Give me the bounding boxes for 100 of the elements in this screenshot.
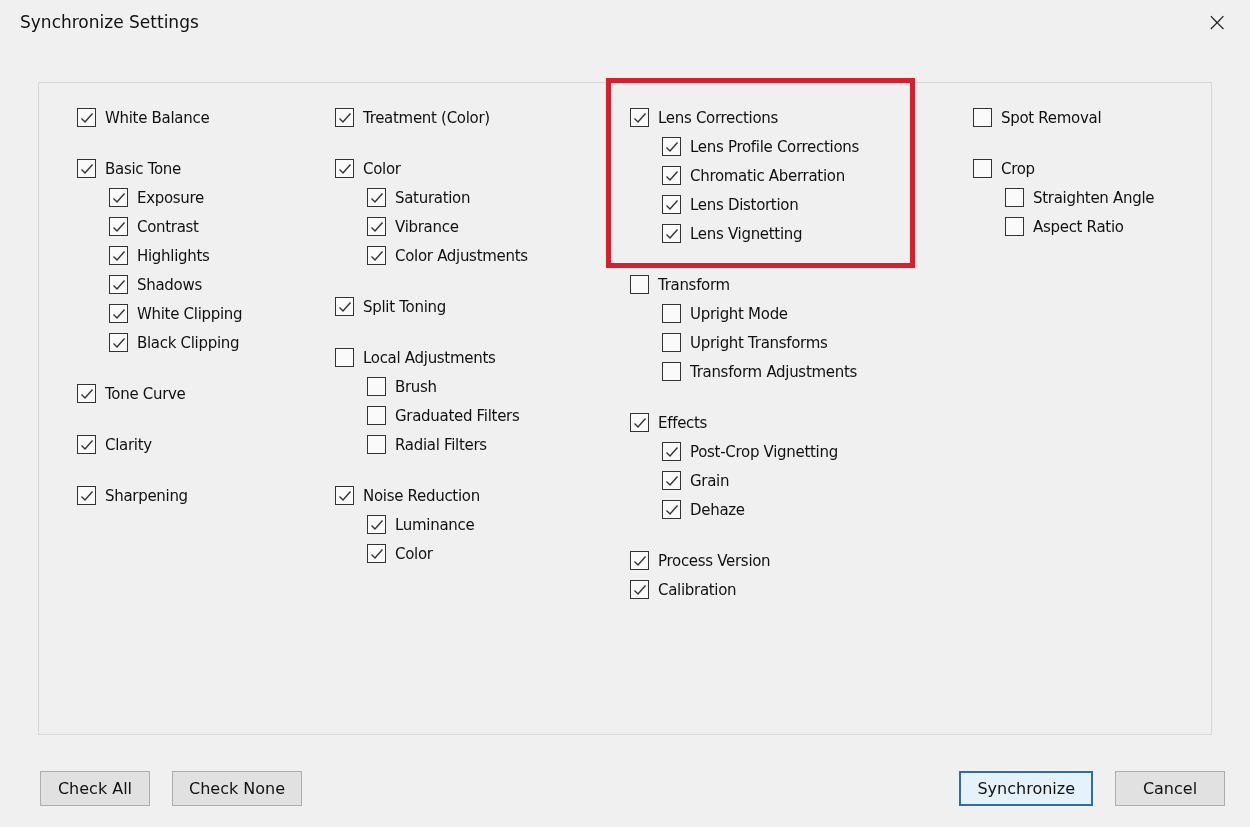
setting-label: Saturation (395, 188, 471, 207)
checkmark-icon (664, 474, 679, 487)
checkbox[interactable] (662, 137, 681, 156)
checkbox[interactable] (662, 195, 681, 214)
checkmark-icon (111, 307, 126, 320)
setting-label: Dehaze (690, 500, 745, 519)
setting-label: Black Clipping (137, 333, 240, 352)
setting-label: Graduated Filters (395, 406, 520, 425)
checkbox[interactable] (367, 515, 386, 534)
setting-label: Clarity (105, 435, 152, 454)
checkbox[interactable] (1005, 188, 1024, 207)
action-button[interactable]: Check All (40, 771, 150, 806)
checkbox[interactable] (335, 159, 354, 178)
setting-label: Sharpening (105, 486, 188, 505)
checkbox[interactable] (973, 159, 992, 178)
checkbox[interactable] (109, 304, 128, 323)
checkbox[interactable] (630, 413, 649, 432)
setting-label: Color (363, 159, 401, 178)
setting-label: Grain (690, 471, 730, 490)
checkbox[interactable] (630, 580, 649, 599)
setting-label: Transform (658, 275, 730, 294)
checkbox[interactable] (109, 333, 128, 352)
checkbox[interactable] (77, 486, 96, 505)
setting-label: Effects (658, 413, 708, 432)
checkmark-icon (111, 336, 126, 349)
checkbox[interactable] (367, 406, 386, 425)
checkbox[interactable] (109, 188, 128, 207)
setting-label: Process Version (658, 551, 771, 570)
checkmark-icon (337, 300, 352, 313)
checkbox[interactable] (109, 217, 128, 236)
setting-label: Lens Profile Corrections (690, 137, 860, 156)
checkmark-icon (369, 191, 384, 204)
setting-label: Split Toning (363, 297, 446, 316)
checkmark-icon (79, 489, 94, 502)
checkbox[interactable] (630, 551, 649, 570)
checkbox[interactable] (662, 471, 681, 490)
setting-label: Upright Transforms (690, 333, 828, 352)
checkbox[interactable] (77, 159, 96, 178)
action-button[interactable]: Check None (172, 771, 303, 806)
checkbox[interactable] (662, 333, 681, 352)
setting-label: Lens Vignetting (690, 224, 803, 243)
setting-label: Spot Removal (1001, 108, 1102, 127)
checkbox[interactable] (109, 275, 128, 294)
close-button[interactable]: × (1206, 7, 1228, 37)
setting-label: Post-Crop Vignetting (690, 442, 838, 461)
checkmark-icon (111, 278, 126, 291)
checkmark-icon (664, 140, 679, 153)
action-button[interactable]: Synchronize (959, 771, 1093, 806)
checkbox[interactable] (367, 435, 386, 454)
action-button[interactable]: Cancel (1115, 771, 1225, 806)
checkbox[interactable] (662, 362, 681, 381)
checkbox[interactable] (335, 297, 354, 316)
checkbox[interactable] (630, 108, 649, 127)
checkbox[interactable] (630, 275, 649, 294)
checkbox[interactable] (973, 108, 992, 127)
checkbox[interactable] (1005, 217, 1024, 236)
checkbox[interactable] (367, 188, 386, 207)
checkbox[interactable] (335, 486, 354, 505)
setting-label: Color Adjustments (395, 246, 528, 265)
setting-label: Calibration (658, 580, 737, 599)
checkbox[interactable] (662, 442, 681, 461)
checkmark-icon (664, 198, 679, 211)
setting-label: Treatment (Color) (363, 108, 490, 127)
checkmark-icon (79, 438, 94, 451)
checkbox[interactable] (77, 435, 96, 454)
checkbox[interactable] (335, 348, 354, 367)
checkbox[interactable] (109, 246, 128, 265)
setting-label: Lens Distortion (690, 195, 799, 214)
checkbox[interactable] (367, 544, 386, 563)
setting-label: Basic Tone (105, 159, 181, 178)
checkbox[interactable] (367, 217, 386, 236)
checkbox[interactable] (335, 108, 354, 127)
checkmark-icon (664, 503, 679, 516)
setting-label: Transform Adjustments (690, 362, 857, 381)
checkmark-icon (369, 518, 384, 531)
checkbox[interactable] (662, 224, 681, 243)
window-title: Synchronize Settings (20, 12, 199, 32)
checkbox[interactable] (662, 304, 681, 323)
checkmark-icon (664, 445, 679, 458)
checkbox[interactable] (77, 384, 96, 403)
checkbox[interactable] (662, 166, 681, 185)
setting-label: Upright Mode (690, 304, 788, 323)
setting-label: Shadows (137, 275, 202, 294)
setting-label: Aspect Ratio (1033, 217, 1124, 236)
checkmark-icon (664, 169, 679, 182)
setting-label: Tone Curve (105, 384, 186, 403)
checkmark-icon (337, 162, 352, 175)
checkbox[interactable] (77, 108, 96, 127)
checkbox[interactable] (367, 246, 386, 265)
checkmark-icon (79, 387, 94, 400)
checkmark-icon (369, 220, 384, 233)
setting-label: Highlights (137, 246, 210, 265)
setting-label: Exposure (137, 188, 205, 207)
setting-label: Vibrance (395, 217, 459, 236)
setting-label: Local Adjustments (363, 348, 496, 367)
checkmark-icon (111, 220, 126, 233)
setting-label: Lens Corrections (658, 108, 779, 127)
checkbox[interactable] (662, 500, 681, 519)
checkbox[interactable] (367, 377, 386, 396)
checkmark-icon (111, 191, 126, 204)
